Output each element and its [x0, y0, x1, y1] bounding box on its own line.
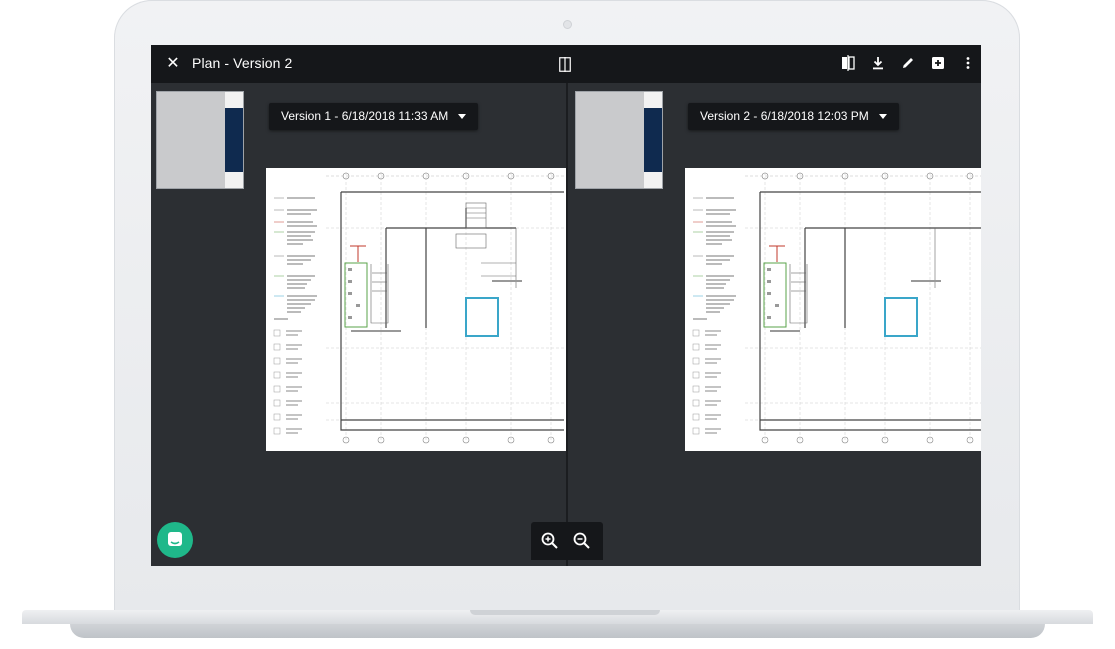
more-vert-icon[interactable]: [960, 55, 976, 71]
laptop-base-bottom: [70, 624, 1045, 638]
page-thumbnail[interactable]: [575, 91, 663, 189]
thumbnail-page: [157, 92, 225, 188]
laptop-notch: [470, 610, 660, 615]
floor-plan-drawing[interactable]: [266, 168, 566, 451]
floor-plan-drawing[interactable]: [685, 168, 981, 451]
page-title: Plan - Version 2: [192, 55, 293, 71]
chat-button[interactable]: [157, 522, 193, 558]
chat-icon: [168, 532, 182, 546]
version-select[interactable]: Version 1 - 6/18/2018 11:33 AM: [269, 103, 479, 130]
right-pane: Version 2 - 6/18/2018 12:03 PM: [568, 83, 981, 566]
laptop-base: [0, 602, 1115, 642]
app-screen: ✕ Plan - Version 2 Version 1 - 6/18/2018…: [151, 45, 981, 566]
close-button[interactable]: ✕: [163, 54, 183, 74]
page-thumbnail[interactable]: [156, 91, 244, 189]
version-select[interactable]: Version 2 - 6/18/2018 12:03 PM: [688, 103, 899, 130]
top-bar: ✕ Plan - Version 2: [151, 45, 981, 83]
zoom-out-icon[interactable]: [572, 531, 592, 551]
compare-icon[interactable]: [840, 55, 856, 71]
thumbnail-viewport: [644, 108, 662, 172]
thumbnail-page: [576, 92, 644, 188]
add-icon[interactable]: [930, 55, 946, 71]
left-pane: Version 1 - 6/18/2018 11:33 AM: [151, 83, 566, 566]
thumbnail-viewport: [225, 108, 243, 172]
chevron-down-icon: [878, 114, 887, 120]
edit-icon[interactable]: [900, 55, 916, 71]
chevron-down-icon: [458, 114, 467, 120]
download-icon[interactable]: [870, 55, 886, 71]
split-view-icon[interactable]: [559, 57, 571, 72]
version-select-label: Version 2 - 6/18/2018 12:03 PM: [700, 109, 869, 123]
zoom-in-icon[interactable]: [540, 531, 560, 551]
laptop-camera: [563, 20, 572, 29]
zoom-controls: [531, 522, 603, 560]
version-select-label: Version 1 - 6/18/2018 11:33 AM: [281, 109, 449, 123]
